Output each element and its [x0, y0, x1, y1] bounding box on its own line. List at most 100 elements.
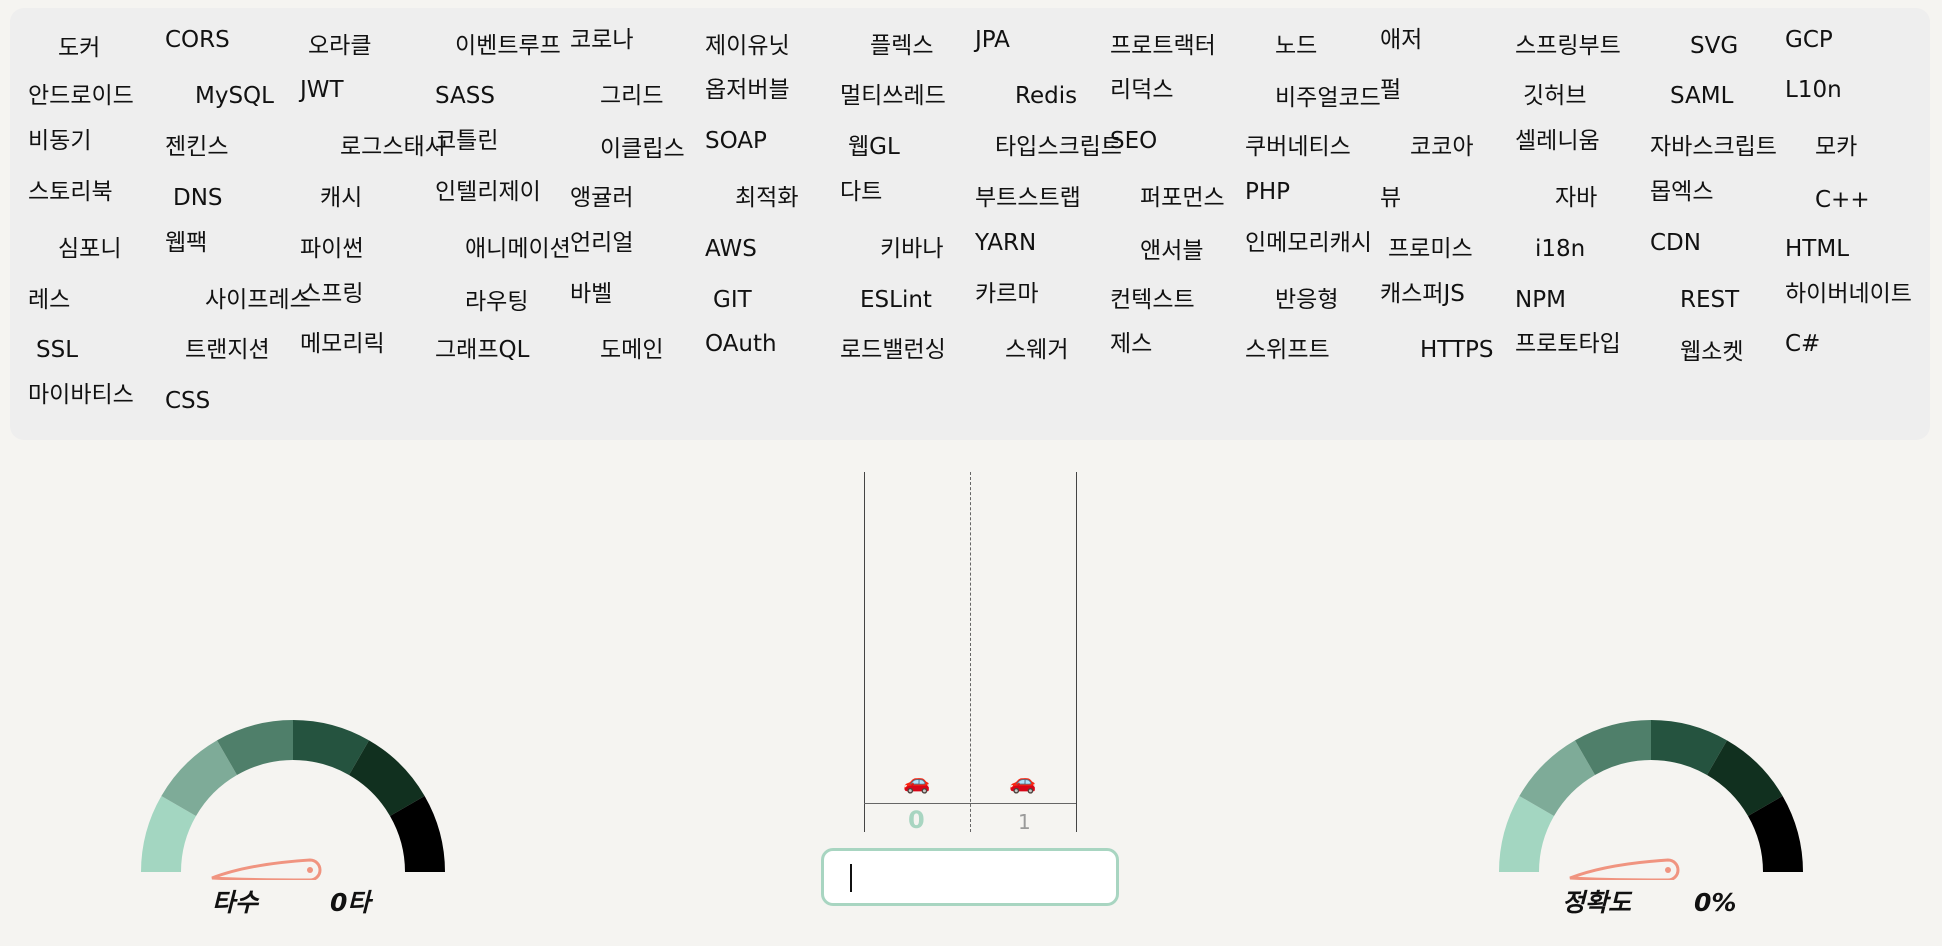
word-item: 부트스트랩	[975, 185, 1081, 211]
word-item: 뷰	[1380, 185, 1402, 211]
word-item: OAuth	[705, 331, 777, 357]
car-icon: 🚗	[903, 770, 931, 795]
track-right-border	[1076, 472, 1077, 832]
word-item: 코틀린	[435, 128, 499, 154]
word-item: 리덕스	[1110, 77, 1174, 103]
word-item: SVG	[1690, 33, 1739, 59]
word-item: 다트	[840, 179, 883, 205]
word-item: REST	[1680, 287, 1740, 313]
accuracy-label: 정확도	[1562, 888, 1632, 917]
word-item: 코코아	[1410, 134, 1474, 160]
gauge-arc	[1499, 720, 1803, 872]
word-item: 스위프트	[1245, 337, 1330, 363]
word-item: DNS	[173, 185, 223, 211]
word-item: MySQL	[195, 83, 274, 109]
word-item: SASS	[435, 83, 495, 109]
typing-input[interactable]	[821, 848, 1119, 906]
word-item: 코로나	[570, 27, 634, 53]
word-item: 레스	[28, 287, 71, 313]
word-item: 그래프QL	[435, 337, 530, 363]
word-item: SSL	[36, 337, 79, 363]
word-item: 도커	[58, 35, 101, 61]
finish-line	[864, 803, 1076, 804]
word-item: 퍼포먼스	[1140, 185, 1225, 211]
word-item: 스프링부트	[1515, 33, 1621, 59]
word-item: NPM	[1515, 287, 1566, 313]
lane-divider	[970, 472, 971, 832]
word-item: 앵귤러	[570, 185, 634, 211]
word-item: SEO	[1110, 128, 1158, 154]
word-item: 인텔리제이	[435, 179, 541, 205]
word-item: 이벤트루프	[455, 33, 561, 59]
word-item: YARN	[975, 230, 1037, 256]
word-item: CORS	[165, 27, 230, 53]
word-item: 웹소켓	[1680, 339, 1744, 365]
word-item: 캐시	[320, 185, 363, 211]
word-item: HTML	[1785, 236, 1850, 262]
word-item: ESLint	[860, 287, 932, 313]
word-item: 타입스크립트	[995, 134, 1122, 160]
word-item: 트랜지션	[185, 337, 270, 363]
word-item: 셀레니움	[1515, 128, 1600, 154]
word-item: 최적화	[735, 185, 799, 211]
word-item: 애저	[1380, 27, 1423, 53]
word-item: 자바스크립트	[1650, 134, 1777, 160]
word-item: 로그스태시	[340, 134, 446, 160]
word-panel: 도커 CORS 오라클 이벤트루프 코로나 제이유닛 플렉스 JPA 프로트랙터 노드 애저 스프링부…	[10, 8, 1930, 440]
speed-gauge	[141, 720, 445, 880]
word-item: GIT	[713, 287, 752, 313]
word-item: 마이바티스	[28, 382, 134, 408]
word-item: GCP	[1785, 27, 1833, 53]
word-item: 안드로이드	[28, 83, 134, 109]
word-item: SAML	[1670, 83, 1734, 109]
word-item: 언리얼	[570, 230, 634, 256]
word-item: C++	[1815, 187, 1870, 213]
word-item: 카르마	[975, 281, 1039, 307]
gauge-arc	[141, 720, 445, 872]
word-item: 모카	[1815, 134, 1858, 160]
word-item: 웹GL	[848, 134, 900, 160]
car-icon: 🚗	[1009, 770, 1037, 795]
accuracy-gauge	[1499, 720, 1803, 880]
word-item: 비동기	[28, 128, 92, 154]
word-item: 자바	[1555, 185, 1598, 211]
word-item: 키바나	[880, 236, 944, 262]
word-item: JWT	[300, 77, 344, 103]
word-item: SOAP	[705, 128, 767, 154]
word-item: L10n	[1785, 77, 1842, 103]
speed-value: 0타	[330, 888, 371, 917]
word-item: HTTPS	[1420, 337, 1494, 363]
word-item: 메모리릭	[300, 331, 385, 357]
word-item: CDN	[1650, 230, 1701, 256]
word-item: 프로트랙터	[1110, 33, 1216, 59]
accuracy-value: 0%	[1694, 888, 1737, 917]
word-item: C#	[1785, 331, 1821, 357]
word-item: i18n	[1535, 236, 1586, 262]
word-item: 노드	[1275, 33, 1318, 59]
word-item: CSS	[165, 388, 211, 414]
lane-number: 0	[908, 806, 925, 834]
word-item: 스웨거	[1005, 337, 1069, 363]
word-item: 로드밸런싱	[840, 337, 946, 363]
word-item: PHP	[1245, 179, 1291, 205]
word-item: 도메인	[600, 337, 664, 363]
word-item: 심포니	[58, 236, 122, 262]
word-item: Redis	[1015, 83, 1078, 109]
gauge-needle-icon	[1569, 858, 1680, 880]
word-item: 깃허브	[1523, 83, 1587, 109]
word-item: 라우팅	[465, 289, 529, 315]
text-caret	[850, 864, 852, 892]
track-left-border	[864, 472, 865, 832]
word-item: 사이프레스	[205, 287, 311, 313]
word-item: 비주얼코드	[1275, 85, 1381, 111]
word-item: 캐스퍼JS	[1380, 281, 1465, 307]
word-item: 옵저버블	[705, 77, 790, 103]
word-item: 하이버네이트	[1785, 281, 1912, 307]
word-item: 젠킨스	[165, 134, 229, 160]
speed-label: 타수	[212, 888, 259, 917]
word-item: 멀티쓰레드	[840, 83, 946, 109]
word-item: 펄	[1380, 77, 1402, 103]
word-item: 웹팩	[165, 230, 208, 256]
word-item: 스프링	[300, 281, 364, 307]
word-item: 프로미스	[1388, 236, 1473, 262]
